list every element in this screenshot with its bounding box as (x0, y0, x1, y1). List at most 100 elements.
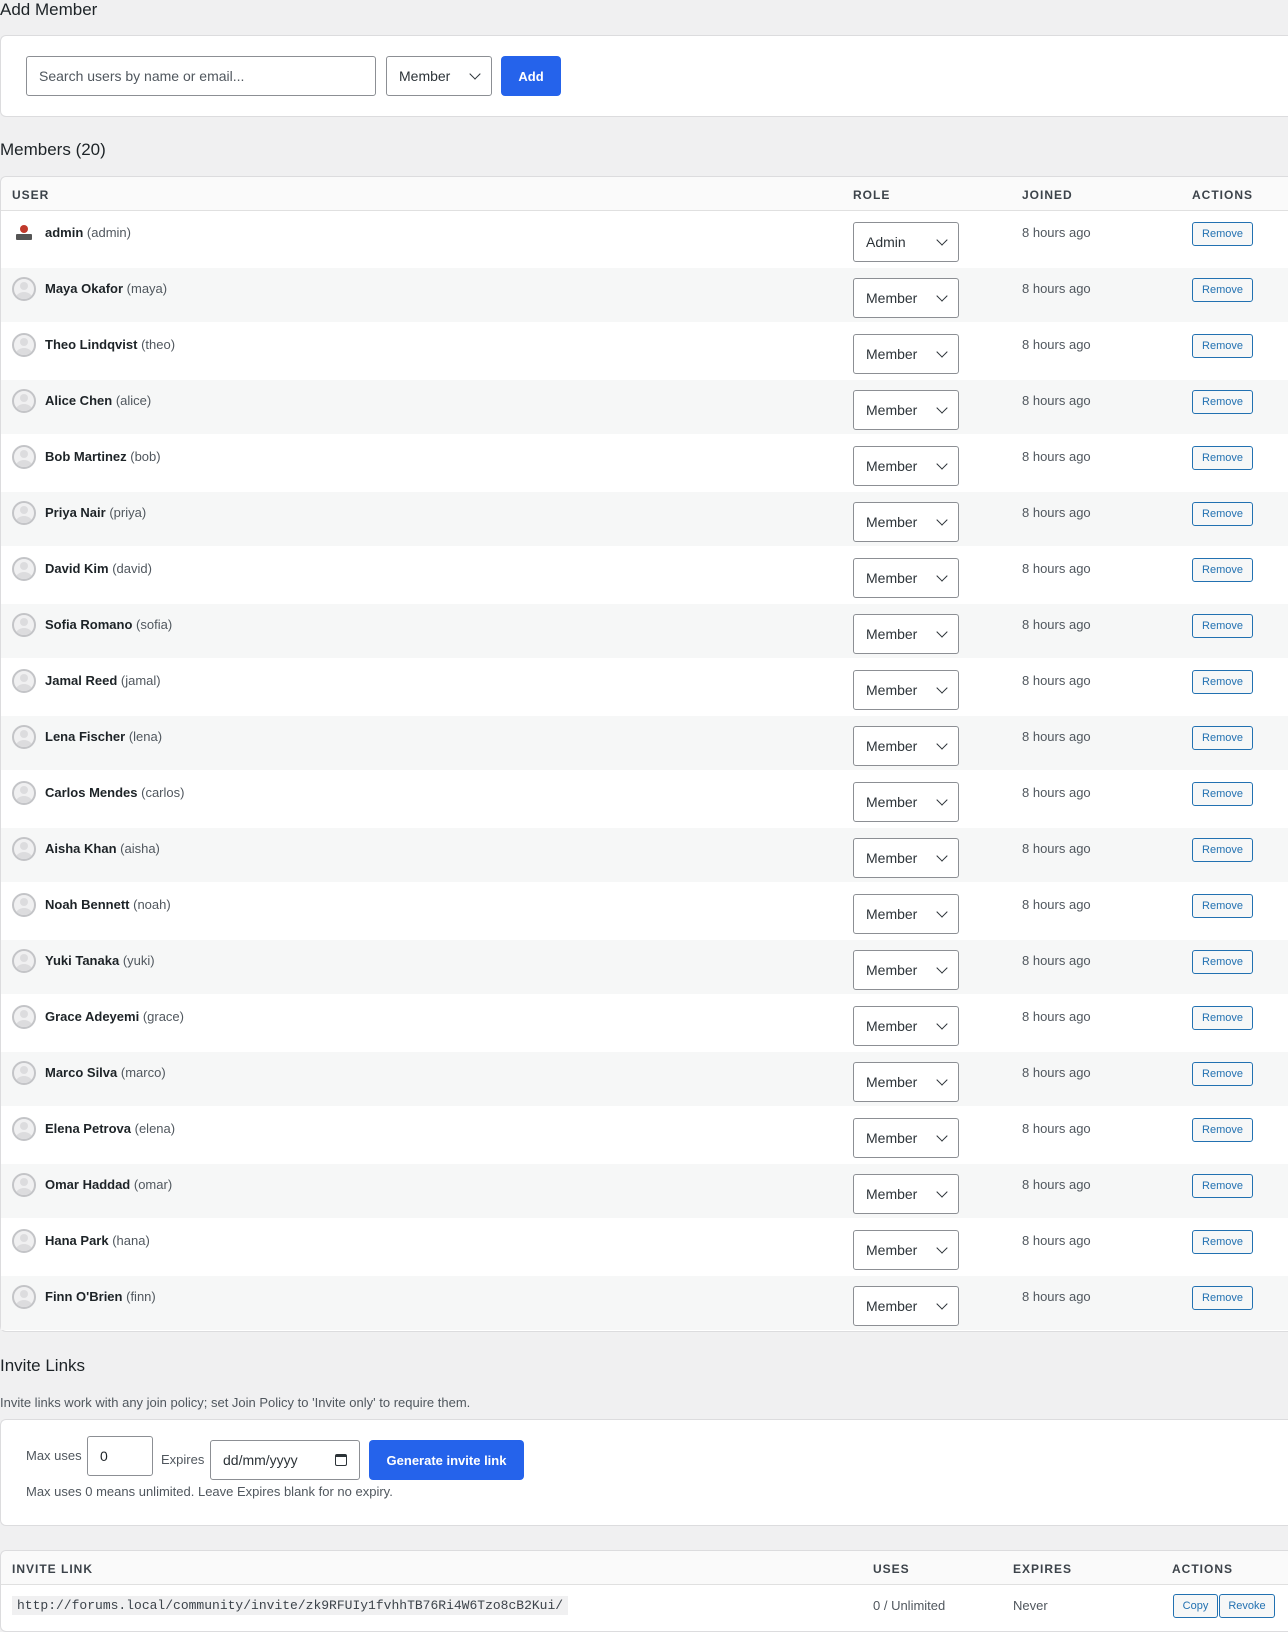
member-role-select[interactable]: Member (853, 1006, 959, 1046)
member-user: Grace Adeyemi (grace) (45, 1009, 184, 1024)
member-role-select[interactable]: Member (853, 726, 959, 766)
avatar (12, 1117, 36, 1141)
member-joined: 8 hours ago (1022, 1009, 1091, 1024)
remove-member-button[interactable]: Remove (1192, 838, 1253, 862)
remove-member-button[interactable]: Remove (1192, 1230, 1253, 1254)
member-role-value: Member (866, 402, 918, 418)
member-row: Aisha Khan (aisha) Member 8 hours ago Remov… (1, 828, 1288, 882)
generate-invite-button[interactable]: Generate invite link (369, 1440, 524, 1480)
remove-member-button[interactable]: Remove (1192, 558, 1253, 582)
remove-member-button[interactable]: Remove (1192, 894, 1253, 918)
new-member-role-select[interactable]: Member (386, 56, 492, 96)
member-joined: 8 hours ago (1022, 1177, 1091, 1192)
member-handle: (aisha) (120, 841, 160, 856)
invite-table-header: INVITE LINK USES EXPIRES ACTIONS (1, 1551, 1288, 1585)
add-member-button[interactable]: Add (501, 56, 561, 96)
remove-member-button[interactable]: Remove (1192, 278, 1253, 302)
chevron-down-icon (936, 402, 948, 414)
remove-member-button[interactable]: Remove (1192, 1006, 1253, 1030)
remove-member-button[interactable]: Remove (1192, 782, 1253, 806)
copy-invite-button[interactable]: Copy (1173, 1594, 1218, 1618)
member-role-select[interactable]: Member (853, 1230, 959, 1270)
chevron-down-icon (936, 906, 948, 918)
member-role-value: Member (866, 962, 918, 978)
member-role-select[interactable]: Member (853, 446, 959, 486)
calendar-icon[interactable] (335, 1454, 347, 1466)
invite-form-card: Max uses 0 Expires dd/mm/yyyy Generate i… (0, 1419, 1288, 1526)
remove-member-button[interactable]: Remove (1192, 446, 1253, 470)
remove-member-button[interactable]: Remove (1192, 1174, 1253, 1198)
member-row: Theo Lindqvist (theo) Member 8 hours ago Re… (1, 324, 1288, 378)
remove-member-button[interactable]: Remove (1192, 1286, 1253, 1310)
remove-member-button[interactable]: Remove (1192, 222, 1253, 246)
member-row: Noah Bennett (noah) Member 8 hours ago Remo… (1, 884, 1288, 938)
member-role-select[interactable]: Member (853, 838, 959, 878)
member-name: Hana Park (45, 1233, 109, 1248)
avatar (12, 1061, 36, 1085)
member-handle: (noah) (133, 897, 171, 912)
member-role-select[interactable]: Member (853, 502, 959, 542)
member-role-select[interactable]: Member (853, 950, 959, 990)
max-uses-input[interactable]: 0 (87, 1436, 153, 1476)
member-role-select[interactable]: Member (853, 614, 959, 654)
member-row: Jamal Reed (jamal) Member 8 hours ago Remov… (1, 660, 1288, 714)
member-handle: (finn) (126, 1289, 156, 1304)
member-user: Priya Nair (priya) (45, 505, 146, 520)
member-handle: (marco) (120, 1065, 166, 1080)
remove-member-button[interactable]: Remove (1192, 1118, 1253, 1142)
member-row: Hana Park (hana) Member 8 hours ago Remove (1, 1220, 1288, 1274)
member-role-select[interactable]: Member (853, 1118, 959, 1158)
remove-member-button[interactable]: Remove (1192, 502, 1253, 526)
chevron-down-icon (936, 458, 948, 470)
remove-member-button[interactable]: Remove (1192, 334, 1253, 358)
member-role-select[interactable]: Member (853, 558, 959, 598)
remove-member-button[interactable]: Remove (1192, 726, 1253, 750)
user-search-input[interactable]: Search users by name or email... (26, 56, 376, 96)
member-user: Bob Martinez (bob) (45, 449, 161, 464)
member-role-value: Member (866, 738, 918, 754)
member-role-select[interactable]: Member (853, 670, 959, 710)
expires-date-input[interactable]: dd/mm/yyyy (210, 1440, 360, 1480)
member-role-select[interactable]: Member (853, 1174, 959, 1214)
member-role-select[interactable]: Member (853, 390, 959, 430)
member-role-value: Member (866, 794, 918, 810)
revoke-invite-button[interactable]: Revoke (1219, 1594, 1275, 1618)
remove-member-button[interactable]: Remove (1192, 670, 1253, 694)
member-row: Carlos Mendes (carlos) Member 8 hours ago R… (1, 772, 1288, 826)
member-joined: 8 hours ago (1022, 337, 1091, 352)
member-joined: 8 hours ago (1022, 1065, 1091, 1080)
chevron-down-icon (936, 962, 948, 974)
remove-member-button[interactable]: Remove (1192, 1062, 1253, 1086)
member-row: Sofia Romano (sofia) Member 8 hours ago Rem… (1, 604, 1288, 658)
member-joined: 8 hours ago (1022, 1289, 1091, 1304)
member-role-select[interactable]: Member (853, 894, 959, 934)
avatar (12, 781, 36, 805)
remove-member-button[interactable]: Remove (1192, 390, 1253, 414)
member-role-select[interactable]: Member (853, 334, 959, 374)
member-joined: 8 hours ago (1022, 953, 1091, 968)
member-user: Finn O'Brien (finn) (45, 1289, 156, 1304)
member-role-select[interactable]: Member (853, 782, 959, 822)
member-role-select[interactable]: Admin (853, 222, 959, 262)
avatar (12, 445, 36, 469)
member-role-select[interactable]: Member (853, 1286, 959, 1326)
col-invite-actions: ACTIONS (1172, 1562, 1233, 1576)
col-expires: EXPIRES (1013, 1562, 1073, 1576)
invite-url[interactable]: http://forums.local/community/invite/zk9… (12, 1596, 569, 1615)
member-role-select[interactable]: Member (853, 1062, 959, 1102)
member-role-select[interactable]: Member (853, 278, 959, 318)
member-user: David Kim (david) (45, 561, 152, 576)
chevron-down-icon (936, 234, 948, 246)
member-row: Alice Chen (alice) Member 8 hours ago Remov… (1, 380, 1288, 434)
search-placeholder: Search users by name or email... (39, 68, 245, 84)
member-joined: 8 hours ago (1022, 897, 1091, 912)
chevron-down-icon (936, 626, 948, 638)
member-name: Finn O'Brien (45, 1289, 123, 1304)
member-row: Bob Martinez (bob) Member 8 hours ago Remov… (1, 436, 1288, 490)
remove-member-button[interactable]: Remove (1192, 614, 1253, 638)
chevron-down-icon (936, 850, 948, 862)
member-row: Omar Haddad (omar) Member 8 hours ago Remov… (1, 1164, 1288, 1218)
member-handle: (carlos) (141, 785, 185, 800)
max-uses-value: 0 (100, 1448, 108, 1464)
remove-member-button[interactable]: Remove (1192, 950, 1253, 974)
